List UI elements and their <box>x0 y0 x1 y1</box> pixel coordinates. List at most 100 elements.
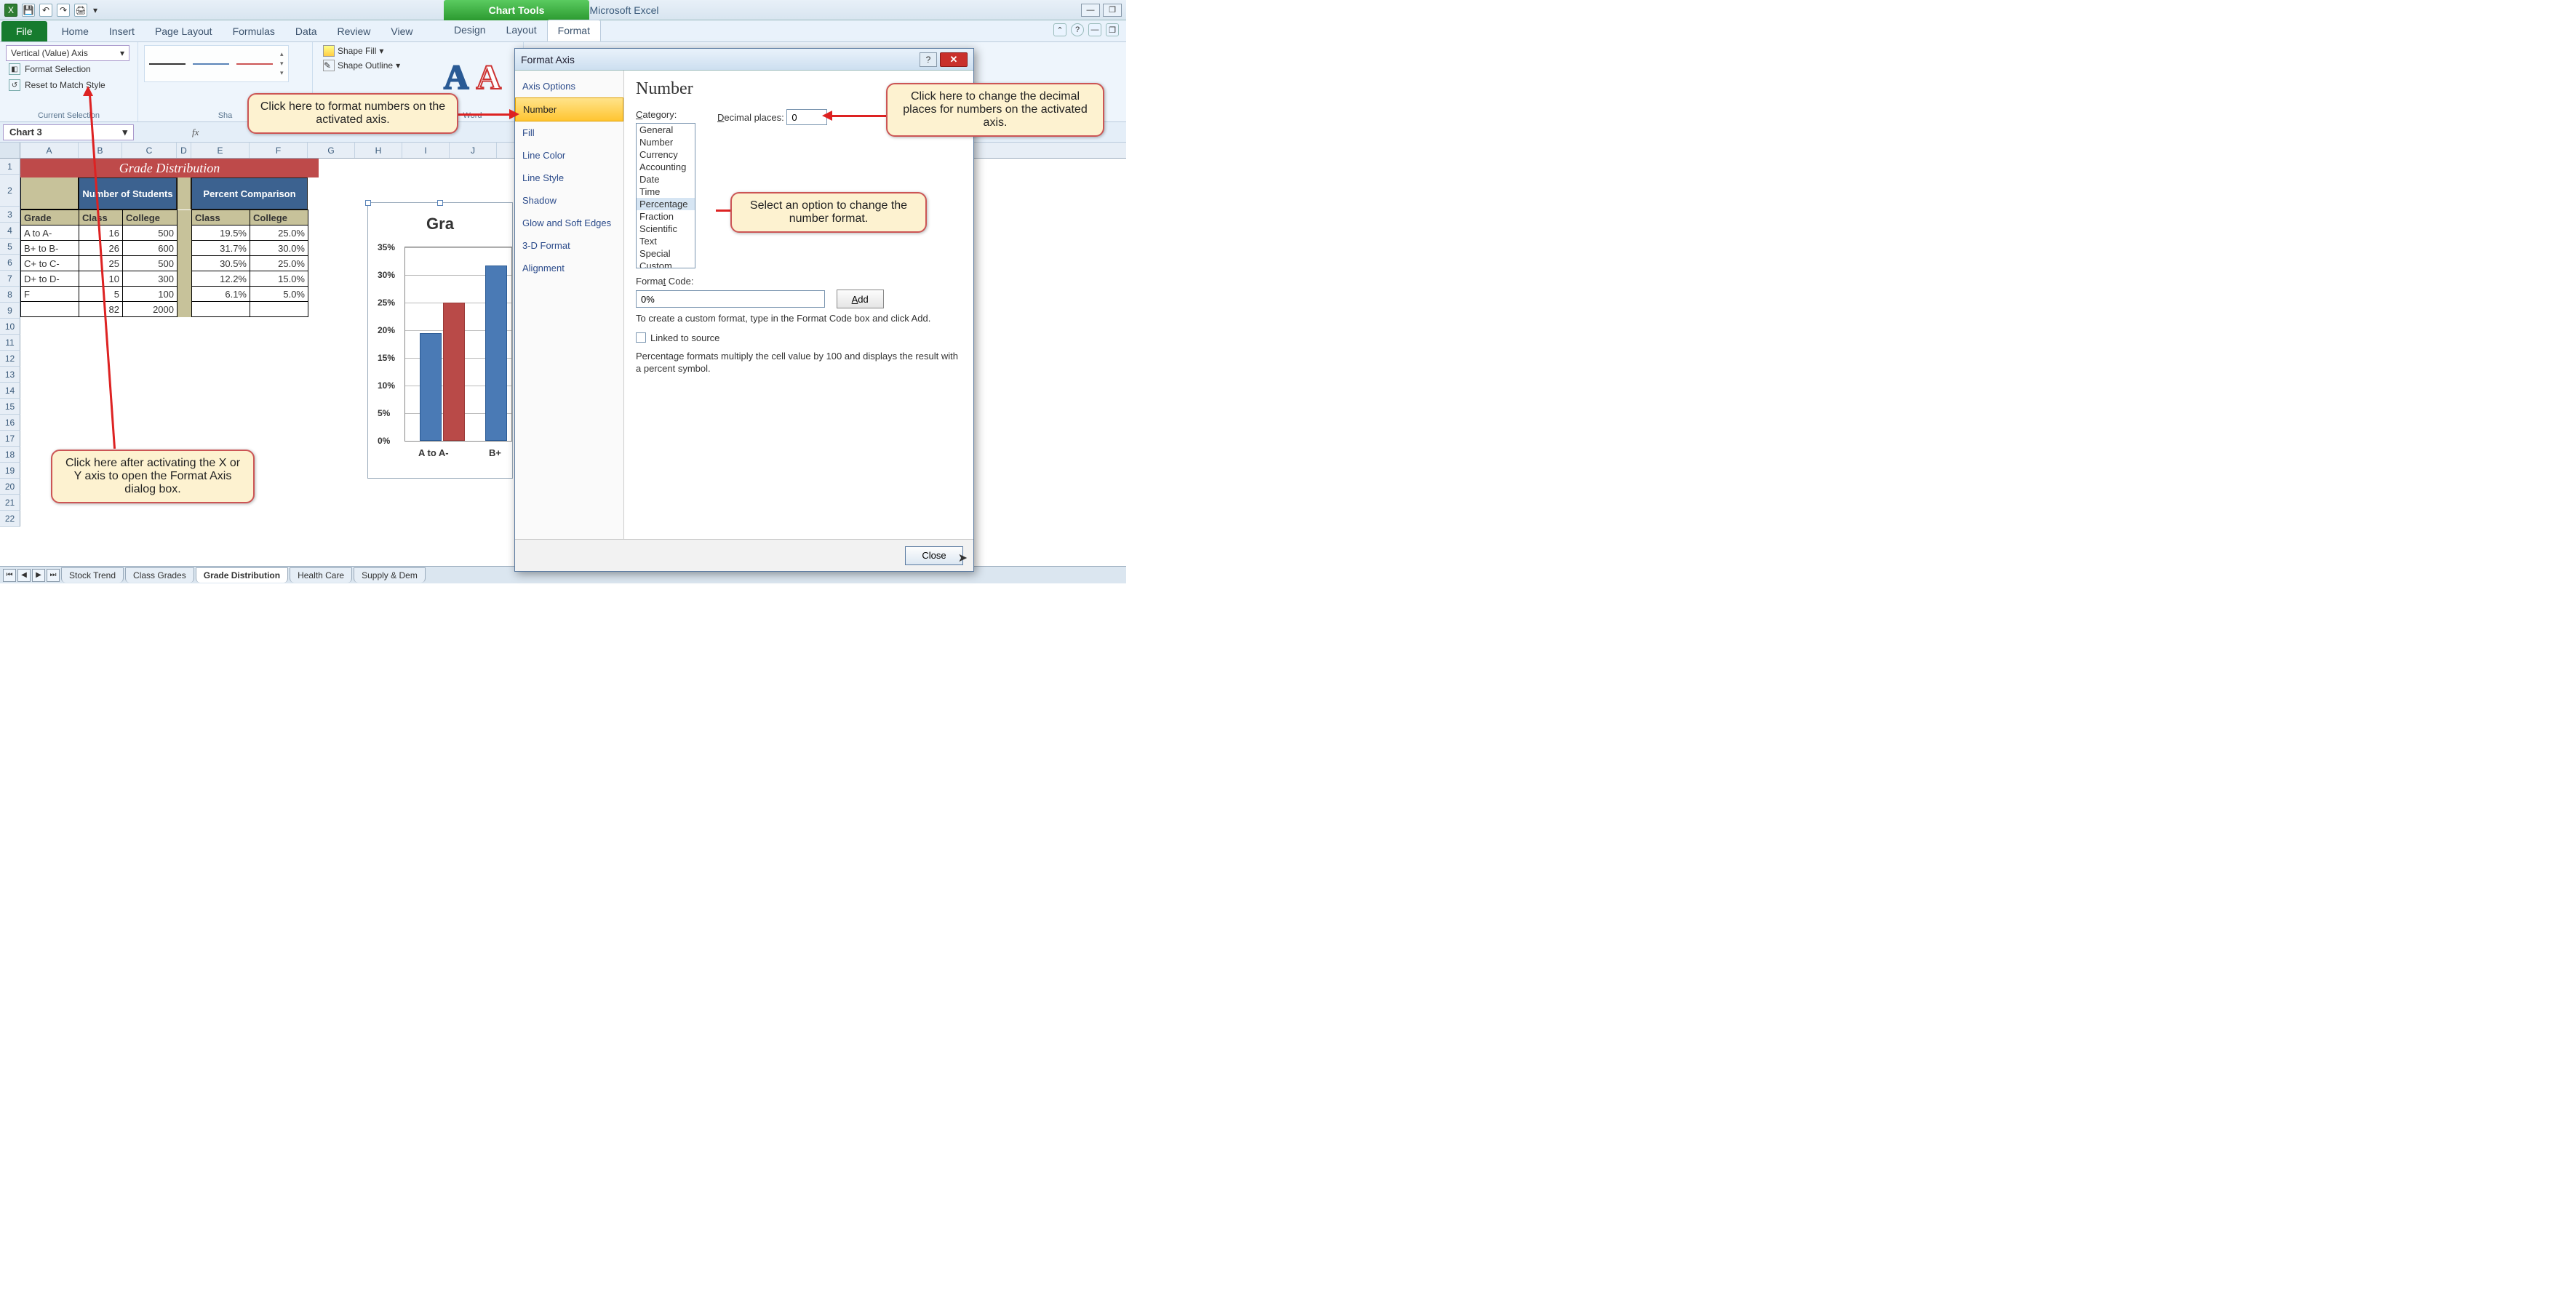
row-4[interactable]: 4 <box>0 223 20 239</box>
line-style-3[interactable] <box>236 63 273 65</box>
nav-last-icon[interactable]: ⏭ <box>47 569 60 582</box>
nav-prev-icon[interactable]: ◀ <box>17 569 31 582</box>
ribbon-minimize-icon[interactable]: ⌃ <box>1053 23 1066 36</box>
row-7[interactable]: 7 <box>0 271 20 287</box>
row-17[interactable]: 17 <box>0 431 20 447</box>
col-G[interactable]: G <box>308 143 355 158</box>
row-3[interactable]: 3 <box>0 207 20 223</box>
tab-formulas[interactable]: Formulas <box>223 21 285 41</box>
tab-file[interactable]: File <box>1 21 47 41</box>
dialog-close-x[interactable]: ✕ <box>940 52 968 67</box>
decimal-places-input[interactable] <box>786 109 827 125</box>
row-16[interactable]: 16 <box>0 415 20 431</box>
side-alignment[interactable]: Alignment <box>515 257 623 279</box>
col-A[interactable]: A <box>20 143 79 158</box>
side-line-style[interactable]: Line Style <box>515 167 623 189</box>
cat-accounting[interactable]: Accounting <box>637 161 695 173</box>
col-I[interactable]: I <box>402 143 450 158</box>
tab-home[interactable]: Home <box>52 21 99 41</box>
row-1[interactable]: 1 <box>0 159 20 175</box>
select-all-corner[interactable] <box>0 143 20 158</box>
cat-currency[interactable]: Currency <box>637 148 695 161</box>
wordart-style-2[interactable]: A <box>476 57 502 97</box>
row-21[interactable]: 21 <box>0 495 20 511</box>
cat-special[interactable]: Special <box>637 247 695 260</box>
bar-class-A[interactable] <box>420 333 442 441</box>
format-code-input[interactable] <box>636 290 825 308</box>
row-20[interactable]: 20 <box>0 479 20 495</box>
cat-text[interactable]: Text <box>637 235 695 247</box>
help-icon[interactable]: ? <box>1071 23 1084 36</box>
sheet-tab-stock[interactable]: Stock Trend <box>61 567 124 583</box>
workbook-restore-icon[interactable]: ❐ <box>1106 23 1119 36</box>
side-line-color[interactable]: Line Color <box>515 144 623 167</box>
side-fill[interactable]: Fill <box>515 121 623 144</box>
cat-scientific[interactable]: Scientific <box>637 223 695 235</box>
workbook-minimize-icon[interactable]: — <box>1088 23 1101 36</box>
bar-class-B[interactable] <box>485 266 507 441</box>
row-5[interactable]: 5 <box>0 239 20 255</box>
cat-percentage[interactable]: Percentage <box>637 198 695 210</box>
tab-insert[interactable]: Insert <box>99 21 145 41</box>
row-2[interactable]: 2 <box>0 175 20 207</box>
row-18[interactable]: 18 <box>0 447 20 463</box>
resize-handle[interactable] <box>437 200 443 206</box>
linked-checkbox[interactable]: Linked to source <box>636 332 962 343</box>
col-D[interactable]: D <box>177 143 191 158</box>
dialog-titlebar[interactable]: Format Axis ? ✕ <box>515 49 973 71</box>
col-J[interactable]: J <box>450 143 497 158</box>
row-22[interactable]: 22 <box>0 511 20 527</box>
row-9[interactable]: 9 <box>0 303 20 319</box>
row-10[interactable]: 10 <box>0 319 20 335</box>
tab-design[interactable]: Design <box>444 20 496 41</box>
sheet-tab-health[interactable]: Health Care <box>290 567 352 583</box>
line-style-2[interactable] <box>193 63 229 65</box>
side-shadow[interactable]: Shadow <box>515 189 623 212</box>
resize-handle[interactable] <box>365 200 371 206</box>
format-selection-button[interactable]: ◧ Format Selection <box>6 61 132 77</box>
bar-college-A[interactable] <box>443 303 465 441</box>
chart-element-dropdown[interactable]: Vertical (Value) Axis ▾ <box>6 45 129 61</box>
cat-time[interactable]: Time <box>637 185 695 198</box>
row-11[interactable]: 11 <box>0 335 20 351</box>
close-button[interactable]: Close <box>905 546 963 565</box>
add-button[interactable]: Add <box>837 290 884 308</box>
gallery-up-icon[interactable]: ▴ <box>280 50 284 58</box>
side-3d[interactable]: 3-D Format <box>515 234 623 257</box>
wordart-style-1[interactable]: A <box>444 57 469 97</box>
col-H[interactable]: H <box>355 143 402 158</box>
side-number[interactable]: Number <box>515 97 623 121</box>
dialog-help-button[interactable]: ? <box>920 52 937 67</box>
row-15[interactable]: 15 <box>0 399 20 415</box>
tab-format[interactable]: Format <box>547 20 601 41</box>
cat-general[interactable]: General <box>637 124 695 136</box>
side-glow[interactable]: Glow and Soft Edges <box>515 212 623 234</box>
shape-outline-button[interactable]: ✎ Shape Outline ▾ <box>323 60 416 71</box>
side-axis-options[interactable]: Axis Options <box>515 75 623 97</box>
embedded-chart[interactable]: Gra 35% 30% 25% 20% 15% 10% 5% 0% A to A… <box>367 202 513 479</box>
sheet-tab-grade[interactable]: Grade Distribution <box>196 567 288 583</box>
col-B[interactable]: B <box>79 143 122 158</box>
col-C[interactable]: C <box>122 143 177 158</box>
reset-match-button[interactable]: ↺ Reset to Match Style <box>6 77 132 93</box>
nav-next-icon[interactable]: ▶ <box>32 569 45 582</box>
minimize-button[interactable]: — <box>1081 4 1100 17</box>
tab-review[interactable]: Review <box>327 21 381 41</box>
cat-custom[interactable]: Custom <box>637 260 695 268</box>
shape-style-gallery[interactable]: ▴ ▾ ▾ <box>144 45 289 82</box>
row-8[interactable]: 8 <box>0 287 20 303</box>
nav-first-icon[interactable]: ⏮ <box>3 569 16 582</box>
gallery-more-icon[interactable]: ▾ <box>280 69 284 77</box>
cat-fraction[interactable]: Fraction <box>637 210 695 223</box>
cat-date[interactable]: Date <box>637 173 695 185</box>
row-19[interactable]: 19 <box>0 463 20 479</box>
plot-area[interactable]: 35% 30% 25% 20% 15% 10% 5% 0% A to A- B+ <box>404 247 512 442</box>
tab-page-layout[interactable]: Page Layout <box>145 21 223 41</box>
tab-layout[interactable]: Layout <box>496 20 547 41</box>
sheet-tab-supply[interactable]: Supply & Dem <box>354 567 426 583</box>
cat-number[interactable]: Number <box>637 136 695 148</box>
gallery-down-icon[interactable]: ▾ <box>280 60 284 68</box>
line-style-1[interactable] <box>149 63 186 65</box>
row-12[interactable]: 12 <box>0 351 20 367</box>
col-F[interactable]: F <box>250 143 308 158</box>
